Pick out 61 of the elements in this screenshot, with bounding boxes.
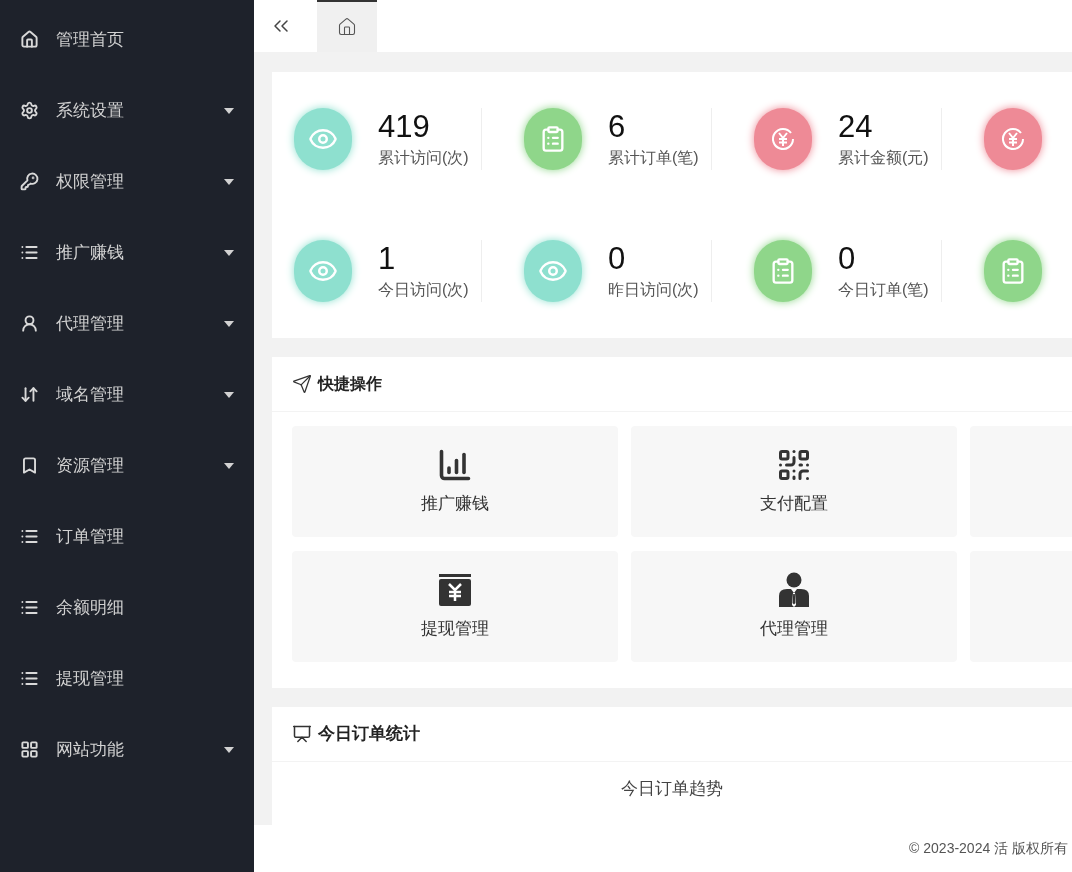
paper-plane-icon [292,374,312,394]
sidebar-label: 订单管理 [56,525,125,548]
sort-icon [20,385,39,404]
card-title: 今日订单统计 [318,723,420,746]
quick-action-tile[interactable]: 代理管理 [631,551,957,662]
presentation-board-icon [292,724,312,744]
sidebar-label: 域名管理 [56,383,125,406]
bookmark-icon [20,456,39,475]
list-icon [20,598,39,617]
stat-value: 24 [838,108,874,146]
grid-icon [20,740,39,759]
stat-label: 昨日访问(次) [608,280,700,300]
stat-label: 今日订单(笔) [838,280,930,300]
list-icon [20,669,39,688]
sidebar-label: 推广赚钱 [56,241,125,264]
sidebar-label: 网站功能 [56,738,125,761]
stat-label: 今日访问(次) [378,280,470,300]
copyright-text: © 2023-2024 活 版权所有 [909,839,1068,858]
card-title: 快捷操作 [318,374,382,394]
sidebar-label: 提现管理 [56,667,125,690]
stat-label: 累计订单(笔) [608,148,700,168]
key-icon [20,172,39,191]
list-icon [20,527,39,546]
sidebar-item[interactable]: 管理首页 [0,4,254,75]
sidebar-item[interactable]: 权限管理 [0,146,254,217]
quick-action-tile[interactable]: 提现管理 [292,551,618,662]
sidebar-label: 系统设置 [56,99,125,122]
sidebar-item[interactable]: 订单管理 [0,501,254,572]
stat-label: 累计访问(次) [378,148,470,168]
sidebar-item[interactable]: 系统设置 [0,75,254,146]
sidebar-item[interactable]: 余额明细 [0,572,254,643]
home-icon [20,30,39,49]
yen-wallet-icon [437,571,473,608]
sidebar-item[interactable]: 域名管理 [0,359,254,430]
sidebar-item[interactable]: 网站功能 [0,714,254,785]
sidebar-label: 资源管理 [56,454,125,477]
stat-value: 1 [378,240,397,278]
quick-action-tile[interactable]: 支付配置 [631,426,957,537]
sidebar-label: 管理首页 [56,28,125,51]
sidebar-label: 余额明细 [56,596,125,619]
sidebar-item[interactable]: 提现管理 [0,643,254,714]
yen-icon [769,125,797,153]
stat-value: 0 [608,240,627,278]
list-icon [20,243,39,262]
person-suit-icon [777,571,811,608]
stat-label: 累计金额(元) [838,148,930,168]
stat-value: 6 [608,108,627,146]
chart-title: 今日订单趋势 [621,778,723,800]
sidebar-item[interactable]: 推广赚钱 [0,217,254,288]
sidebar-item[interactable]: 资源管理 [0,430,254,501]
stat-value: 419 [378,108,431,146]
sidebar-label: 权限管理 [56,170,125,193]
sidebar-label: 代理管理 [56,312,125,335]
home-tab[interactable] [317,0,377,52]
quick-action-tile[interactable]: 推广赚钱 [292,426,618,537]
yen-icon [999,125,1027,153]
sidebar-item[interactable]: 代理管理 [0,288,254,359]
stat-value: 0 [838,240,857,278]
home-icon [337,17,357,37]
user-icon [20,314,39,333]
gear-icon [20,101,39,120]
